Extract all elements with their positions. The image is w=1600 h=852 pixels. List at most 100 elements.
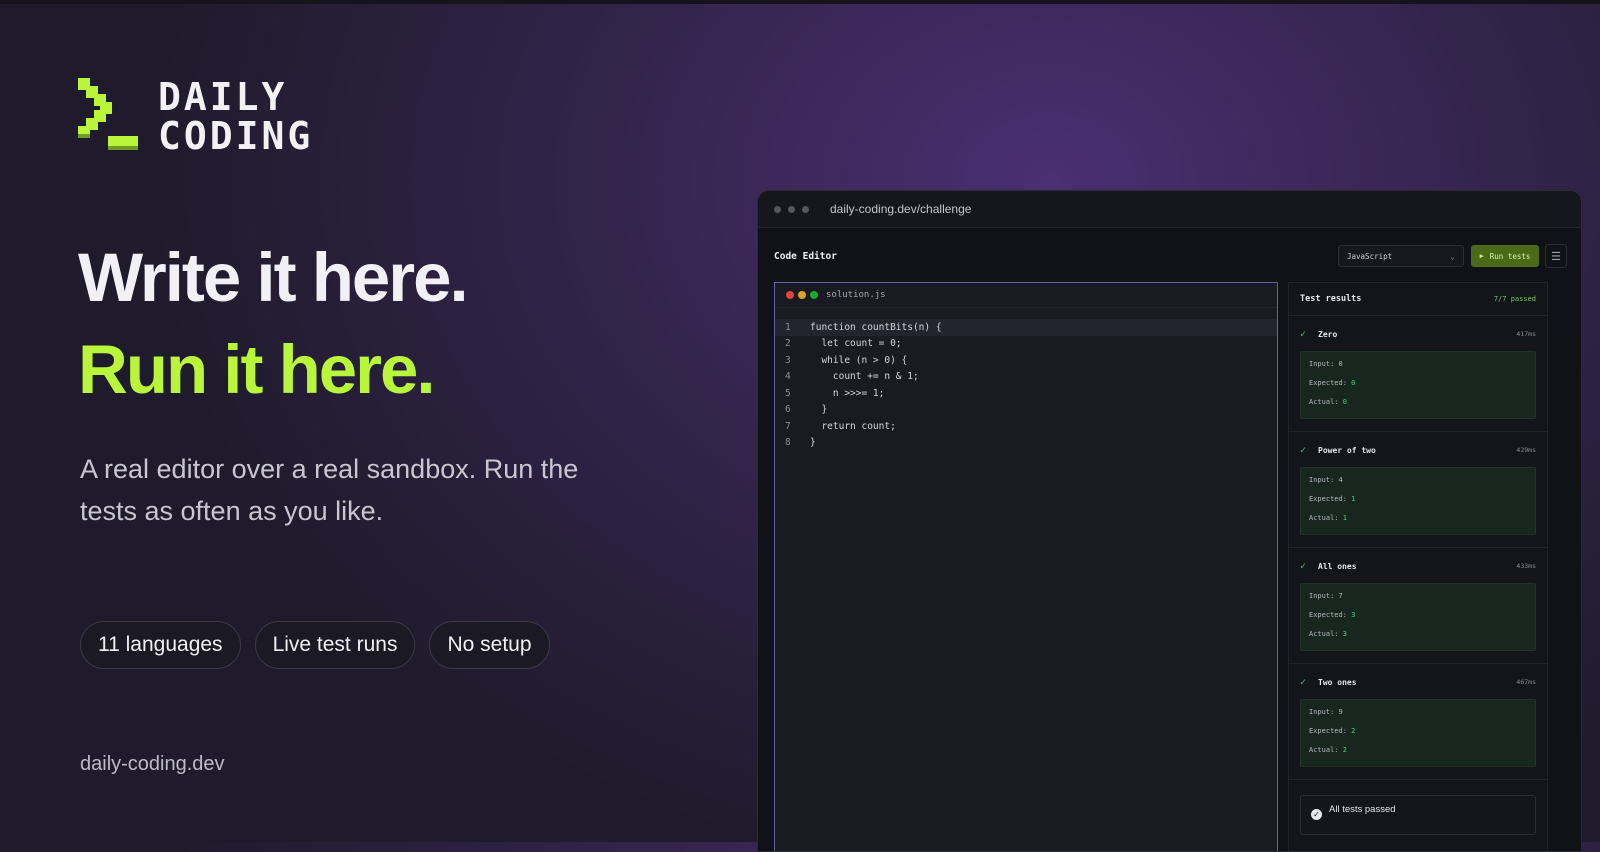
file-tab[interactable]: solution.js xyxy=(775,283,1277,308)
test-results-title: Test results xyxy=(1300,294,1362,304)
line-number: 2 xyxy=(785,338,791,350)
browser-window: daily-coding.dev/challenge Code Editor J… xyxy=(757,190,1582,852)
code-line[interactable]: 5 n >>>= 1; xyxy=(775,385,1277,402)
code-line-text: n >>>= 1; xyxy=(810,387,885,399)
red-dot-icon xyxy=(786,291,794,299)
input-label: Input: xyxy=(1309,708,1335,716)
expected-value: 0 xyxy=(1351,379,1356,387)
code-line-text: } xyxy=(810,437,816,449)
line-number: 7 xyxy=(785,420,791,432)
line-number: 3 xyxy=(785,354,791,366)
actual-value: 2 xyxy=(1342,746,1347,754)
language-select-value: JavaScript xyxy=(1347,251,1393,261)
test-name: Zero xyxy=(1318,329,1338,339)
test-case[interactable]: ✓ Power of two 429ms Input: 4 Expected: … xyxy=(1289,432,1547,548)
expected-value: 3 xyxy=(1351,611,1356,619)
test-name: All ones xyxy=(1318,561,1357,571)
expected-label: Expected: xyxy=(1309,379,1347,387)
all-tests-passed-banner: ✓ All tests passed xyxy=(1300,795,1536,835)
code-line-text: return count; xyxy=(810,420,896,432)
logo-line-2: CODING xyxy=(158,114,314,158)
code-editor[interactable]: solution.js 1 function countBits(n) { 2 l… xyxy=(774,282,1278,851)
green-dot-icon xyxy=(810,291,818,299)
window-close-dot[interactable] xyxy=(774,205,781,213)
sliders-icon: ☰ xyxy=(1551,250,1561,263)
test-results-header: Test results 7/7 passed xyxy=(1289,283,1547,316)
test-detail-box: Input: 4 Expected: 1 Actual: 1 xyxy=(1300,467,1536,535)
hero-subtext: A real editor over a real sandbox. Run t… xyxy=(80,454,579,526)
footer-domain[interactable]: daily-coding.dev xyxy=(80,753,225,776)
input-value: 7 xyxy=(1338,592,1343,600)
feature-pills: 11 languages Live test runs No setup xyxy=(80,621,550,669)
expected-label: Expected: xyxy=(1309,495,1347,503)
code-line[interactable]: 3 while (n > 0) { xyxy=(775,352,1277,369)
test-detail-box: Input: 9 Expected: 2 Actual: 2 xyxy=(1300,699,1536,767)
yellow-dot-icon xyxy=(798,291,806,299)
window-maximize-dot[interactable] xyxy=(802,205,809,213)
actual-label: Actual: xyxy=(1309,398,1339,406)
check-icon: ✓ xyxy=(1300,560,1307,572)
expected-value: 2 xyxy=(1351,727,1356,735)
actual-label: Actual: xyxy=(1309,514,1339,522)
code-line[interactable]: 1 function countBits(n) { xyxy=(775,319,1277,336)
code-line[interactable]: 8} xyxy=(775,435,1277,452)
input-label: Input: xyxy=(1309,592,1335,600)
input-value: 0 xyxy=(1338,360,1343,368)
play-icon: ▶ xyxy=(1479,252,1484,260)
check-icon: ✓ xyxy=(1300,328,1307,340)
pill-languages: 11 languages xyxy=(80,621,241,669)
headline: Write it here. xyxy=(78,239,469,316)
test-case[interactable]: ✓ Two ones 467ms Input: 9 Expected: 2 Ac… xyxy=(1289,664,1547,780)
code-line-text: let count = 0; xyxy=(810,338,902,350)
code-line-text: count += n & 1; xyxy=(810,371,919,383)
file-name: solution.js xyxy=(826,290,886,300)
test-case[interactable]: ✓ Zero 417ms Input: 0 Expected: 0 Actual… xyxy=(1289,316,1547,432)
all-tests-passed-text: All tests passed xyxy=(1329,804,1396,815)
pill-no-setup: No setup xyxy=(429,621,550,669)
code-line-text: while (n > 0) { xyxy=(810,354,908,366)
expected-label: Expected: xyxy=(1309,611,1347,619)
logo-line-1: DAILY xyxy=(158,75,288,119)
check-icon: ✓ xyxy=(1300,676,1307,688)
test-name: Power of two xyxy=(1318,445,1376,455)
code-line[interactable]: 4 count += n & 1; xyxy=(775,369,1277,386)
run-tests-label: Run tests xyxy=(1489,251,1531,261)
tests-passed-count: 7/7 passed xyxy=(1493,295,1536,303)
headline-accent: Run it here. xyxy=(78,331,436,408)
actual-label: Actual: xyxy=(1309,630,1339,638)
logo[interactable]: DAILY CODING xyxy=(78,78,313,156)
logo-text: DAILY CODING xyxy=(158,78,313,156)
code-line[interactable]: 6 } xyxy=(775,402,1277,419)
test-case[interactable]: ✓ All ones 433ms Input: 7 Expected: 3 Ac… xyxy=(1289,548,1547,664)
line-number: 6 xyxy=(785,404,791,416)
settings-button[interactable]: ☰ xyxy=(1545,244,1567,268)
check-icon: ✓ xyxy=(1300,444,1307,456)
actual-value: 1 xyxy=(1342,514,1347,522)
editor-header: Code Editor JavaScript ⌄ ▶ Run tests ☰ xyxy=(758,228,1581,284)
input-value: 9 xyxy=(1338,708,1343,716)
input-value: 4 xyxy=(1338,476,1343,484)
browser-title-bar: daily-coding.dev/challenge xyxy=(758,191,1581,228)
test-name: Two ones xyxy=(1318,677,1357,687)
code-line-text: function countBits(n) { xyxy=(810,321,942,333)
test-duration: 429ms xyxy=(1516,446,1536,454)
input-label: Input: xyxy=(1309,476,1335,484)
test-detail-box: Input: 0 Expected: 0 Actual: 0 xyxy=(1300,351,1536,419)
pill-live-test-runs: Live test runs xyxy=(254,621,416,669)
language-select[interactable]: JavaScript ⌄ xyxy=(1338,245,1464,267)
code-line[interactable]: 2 let count = 0; xyxy=(775,336,1277,353)
window-minimize-dot[interactable] xyxy=(788,205,795,213)
address-bar-url[interactable]: daily-coding.dev/challenge xyxy=(830,202,971,216)
actual-label: Actual: xyxy=(1309,746,1339,754)
top-edge-line xyxy=(0,0,1600,4)
terminal-prompt-icon xyxy=(78,78,140,154)
run-tests-button[interactable]: ▶ Run tests xyxy=(1471,245,1539,267)
input-label: Input: xyxy=(1309,360,1335,368)
code-area[interactable]: 1 function countBits(n) { 2 let count = 0… xyxy=(775,308,1277,451)
test-duration: 467ms xyxy=(1516,678,1536,686)
code-line[interactable]: 7 return count; xyxy=(775,418,1277,435)
test-duration: 417ms xyxy=(1516,330,1536,338)
test-duration: 433ms xyxy=(1516,562,1536,570)
line-number: 5 xyxy=(785,387,791,399)
actual-value: 3 xyxy=(1342,630,1347,638)
